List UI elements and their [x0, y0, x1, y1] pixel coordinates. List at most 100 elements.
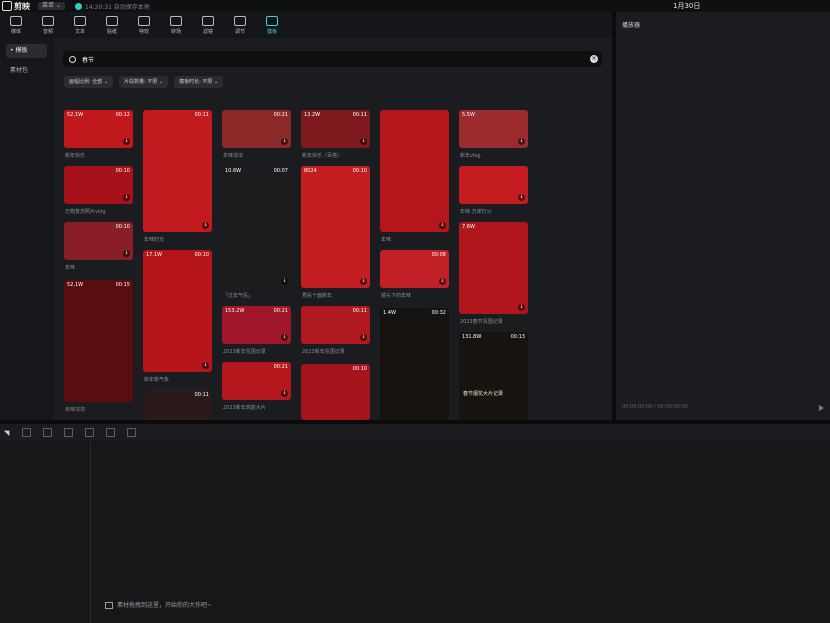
template-caption: 年味: [381, 237, 392, 243]
freeze-icon[interactable]: [106, 427, 115, 437]
tab-audio[interactable]: 音频: [32, 12, 64, 38]
media-icon: [10, 15, 22, 26]
timeline-panel: 素材拖拽到这里，开始你的大作吧~: [0, 424, 830, 623]
filter-aspect-ratio[interactable]: 画幅比例: 全部 ⌄: [64, 76, 114, 88]
download-icon[interactable]: ↓: [281, 390, 288, 397]
title-bar: 剪映 菜单 ⌄ 14:20:31 自动保存本地 1月30日: [0, 0, 830, 12]
menu-button[interactable]: 菜单 ⌄: [38, 2, 65, 10]
play-icon[interactable]: [819, 405, 824, 411]
template-sidebar: • 模板 素材包: [0, 38, 53, 420]
download-icon[interactable]: ↓: [518, 194, 525, 201]
template-card[interactable]: 153.2W 00:21 ↓: [222, 306, 291, 344]
split-icon[interactable]: [64, 427, 73, 437]
template-caption: 2023新年氛围记录: [302, 349, 345, 355]
template-card[interactable]: 10.6W 00:07 ↓: [222, 166, 291, 288]
media-panel: 媒体 音频 文本 贴纸 特效 转场 滤镜 调节 模板 • 模板 素材包 × 画幅…: [0, 12, 612, 420]
search-bar: ×: [63, 51, 602, 67]
select-cursor-icon[interactable]: [3, 427, 13, 437]
tab-filter[interactable]: 滤镜: [192, 12, 224, 38]
download-icon[interactable]: ↓: [123, 250, 130, 257]
redo-icon[interactable]: [43, 427, 52, 437]
timeline-toolbar: [0, 424, 830, 440]
sidebar-item-template[interactable]: • 模板: [6, 44, 47, 58]
download-icon[interactable]: ↓: [439, 278, 446, 285]
crop-icon[interactable]: [127, 427, 136, 437]
template-card[interactable]: 5.5W ↓: [459, 110, 528, 148]
download-icon[interactable]: ↓: [360, 334, 367, 341]
player-timecode: 00:00:00:00 / 00:00:00:00: [622, 404, 688, 410]
tab-template[interactable]: 模板: [256, 12, 288, 38]
delete-icon[interactable]: [85, 427, 94, 437]
template-card[interactable]: 00:11: [143, 390, 212, 420]
template-browser: × 画幅比例: 全部 ⌄ 片段数量: 不限 ⌄ 模板时长: 不限 ⌄ 52.1W…: [53, 38, 612, 420]
template-caption: 年味浓浓: [65, 407, 86, 413]
download-icon[interactable]: ↓: [518, 304, 525, 311]
template-icon: [266, 15, 278, 26]
template-card[interactable]: 17.1W 00:10 ↓: [143, 250, 212, 372]
tab-sticker[interactable]: 贴纸: [96, 12, 128, 38]
document-title[interactable]: 1月30日: [673, 1, 700, 11]
tab-effects[interactable]: 特效: [128, 12, 160, 38]
template-card[interactable]: 13.2W 00:11 ↓: [301, 110, 370, 148]
download-icon[interactable]: ↓: [202, 222, 209, 229]
template-card[interactable]: 00:11 ↓: [301, 306, 370, 344]
template-card[interactable]: 00:11 ↓: [143, 110, 212, 232]
filter-clip-count[interactable]: 片段数量: 不限 ⌄: [119, 76, 169, 88]
audio-icon: [42, 15, 54, 26]
download-icon[interactable]: ↓: [281, 334, 288, 341]
template-card[interactable]: 00:08 ↓: [380, 250, 449, 288]
template-card[interactable]: 00:21 ↓: [222, 110, 291, 148]
template-caption: 镜头下的年味: [381, 293, 412, 299]
filter-icon: [202, 15, 214, 26]
adjust-icon: [234, 15, 246, 26]
template-caption: 年味·万家灯火: [460, 209, 492, 215]
asset-toolbar: 媒体 音频 文本 贴纸 特效 转场 滤镜 调节 模板: [0, 12, 612, 38]
filter-duration[interactable]: 模板时长: 不限 ⌄: [174, 76, 224, 88]
tab-adjust[interactable]: 调节: [224, 12, 256, 38]
download-icon[interactable]: ↓: [281, 278, 288, 285]
autosave-status: 14:20:31 自动保存本地: [74, 2, 150, 11]
download-icon[interactable]: ↓: [123, 194, 130, 201]
playhead[interactable]: [90, 442, 91, 623]
template-caption: 秀民十面新年: [302, 293, 333, 299]
template-caption: 2023新年高能大片: [223, 405, 266, 411]
template-card[interactable]: ↓: [459, 166, 528, 204]
template-card[interactable]: 00:10 ↓: [64, 166, 133, 204]
filter-row: 画幅比例: 全部 ⌄ 片段数量: 不限 ⌄ 模板时长: 不限 ⌄: [64, 76, 224, 88]
download-icon[interactable]: ↓: [281, 138, 288, 145]
template-caption: 万物复苏照片vlog: [65, 209, 106, 215]
template-caption: 新年vlog: [460, 153, 481, 159]
search-input[interactable]: [80, 54, 584, 64]
cloud-icon: [74, 2, 82, 10]
tab-text[interactable]: 文本: [64, 12, 96, 38]
template-card[interactable]: 131.8W 00:13 春节烟花大片记录: [459, 332, 528, 420]
template-card[interactable]: 00:10: [301, 364, 370, 420]
download-icon[interactable]: ↓: [123, 138, 130, 145]
template-card[interactable]: 00:21 ↓: [222, 362, 291, 400]
transition-icon: [170, 15, 182, 26]
sticker-icon: [106, 15, 118, 26]
undo-icon[interactable]: [22, 427, 31, 437]
template-caption: 新年快乐: [65, 153, 86, 159]
template-card[interactable]: 8024 00:10 ↓: [301, 166, 370, 288]
template-caption: 新年新气象: [144, 377, 170, 383]
player-panel: 播放器 00:00:00:00 / 00:00:00:00: [616, 12, 830, 420]
clear-icon[interactable]: ×: [590, 55, 598, 63]
template-card[interactable]: 7.6W ↓: [459, 222, 528, 314]
template-card[interactable]: 1.4W 00:32: [380, 308, 449, 420]
download-icon[interactable]: ↓: [360, 278, 367, 285]
download-icon[interactable]: ↓: [202, 362, 209, 369]
download-icon[interactable]: ↓: [360, 138, 367, 145]
template-card[interactable]: ↓: [380, 110, 449, 232]
effects-icon: [138, 15, 150, 26]
template-card[interactable]: 00:10 ↓: [64, 222, 133, 260]
tab-transition[interactable]: 转场: [160, 12, 192, 38]
download-icon[interactable]: ↓: [518, 138, 525, 145]
sidebar-item-material-pack[interactable]: 素材包: [6, 64, 47, 78]
search-icon: [69, 55, 76, 63]
template-caption: 年味时光: [144, 237, 165, 243]
template-card[interactable]: 52.1W 00:15: [64, 280, 133, 402]
tab-media[interactable]: 媒体: [0, 12, 32, 38]
template-card[interactable]: 52.1W 00:12 ↓: [64, 110, 133, 148]
download-icon[interactable]: ↓: [439, 222, 446, 229]
